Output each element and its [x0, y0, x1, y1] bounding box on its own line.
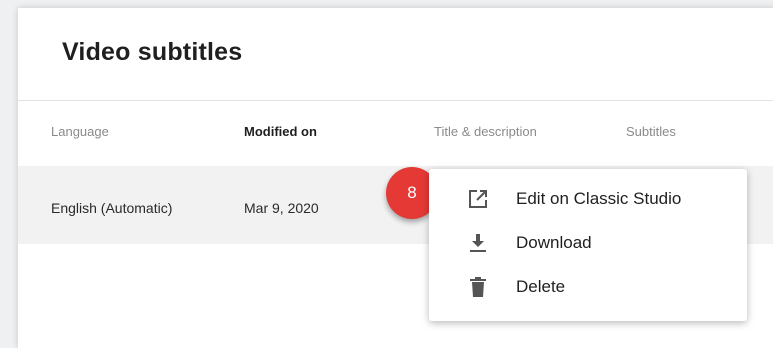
- menu-item-label: Download: [516, 233, 592, 252]
- menu-item-label: Delete: [516, 277, 566, 296]
- menu-item-label: Edit on Classic Studio: [516, 189, 682, 208]
- column-header-title-description[interactable]: Title & description: [434, 124, 537, 139]
- column-header-language[interactable]: Language: [51, 124, 109, 139]
- menu-item-download[interactable]: Download: [429, 223, 747, 263]
- row-language: English (Automatic): [51, 200, 173, 216]
- row-modified-on: Mar 9, 2020: [244, 200, 319, 216]
- open-in-new-icon: [467, 188, 489, 210]
- column-header-subtitles[interactable]: Subtitles: [626, 124, 676, 139]
- download-icon: [467, 232, 489, 254]
- menu-item-delete[interactable]: Delete: [429, 267, 747, 307]
- header-divider: [18, 100, 773, 101]
- trash-icon: [467, 276, 489, 298]
- menu-item-edit-on-classic-studio[interactable]: Edit on Classic Studio: [429, 179, 747, 219]
- column-header-modified-on[interactable]: Modified on: [244, 124, 317, 139]
- page-title: Video subtitles: [62, 38, 243, 66]
- row-options-menu: Edit on Classic Studio Download Delete: [429, 169, 747, 321]
